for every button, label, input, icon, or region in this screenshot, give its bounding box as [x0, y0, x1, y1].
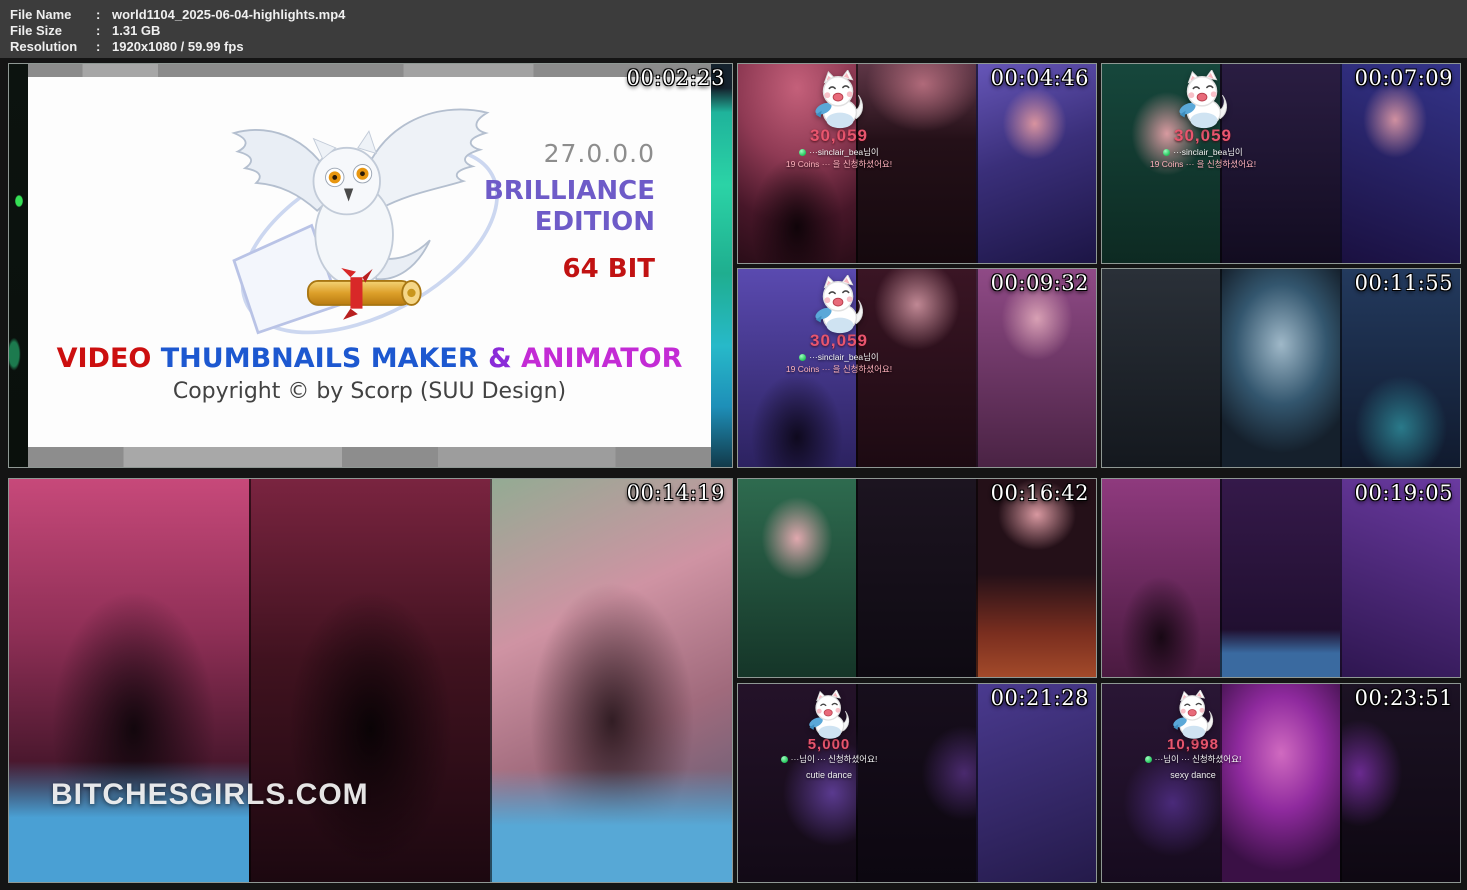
- donation-request-text: 19 Coins ··· 을 신청하셨어요!: [744, 363, 934, 375]
- site-watermark: BITCHESGIRLS.COM: [51, 778, 369, 812]
- frame-panel: [976, 64, 1096, 263]
- frame-panel: [1102, 479, 1220, 677]
- donor-name-text: ···sinclair_bea님이: [1173, 147, 1243, 157]
- donation-overlay: 5,000 ···님이 ··· 신청하셨어요! cutie dance: [744, 690, 914, 780]
- window-bar-bottom: [28, 447, 711, 467]
- edition-line2: EDITION: [484, 207, 655, 238]
- video-contact-sheet: File Name : world1104_2025-06-04-highlig…: [0, 0, 1467, 890]
- gem-icon: [799, 149, 806, 156]
- vtm-splash-card: 27.0.0.0 BRILLIANCE EDITION 64 BIT VIDEO…: [28, 77, 711, 447]
- version-number: 27.0.0.0: [484, 139, 655, 168]
- copyright-line: Copyright © by Scorp (SUU Design): [28, 379, 711, 404]
- video-thumbnail: 00:11:55: [1101, 268, 1461, 468]
- frame-panel: [1220, 269, 1340, 467]
- video-thumbnail: 00:16:42: [737, 478, 1097, 678]
- owl-logo-icon: [186, 85, 526, 353]
- window-bar-top: [28, 64, 711, 77]
- frame-panel: [1340, 64, 1460, 263]
- title-ampersand: &: [488, 343, 512, 374]
- file-name-row: File Name : world1104_2025-06-04-highlig…: [10, 7, 1467, 23]
- gem-icon: [781, 756, 788, 763]
- frame-panel: [976, 269, 1096, 467]
- video-thumbnail: 5,000 ···님이 ··· 신청하셨어요! cutie dance 00:2…: [737, 683, 1097, 883]
- frame-panel: [1220, 479, 1340, 677]
- gem-icon: [1145, 756, 1152, 763]
- file-info-header: File Name : world1104_2025-06-04-highlig…: [0, 0, 1467, 58]
- video-thumbnail-splash: 27.0.0.0 BRILLIANCE EDITION 64 BIT VIDEO…: [8, 63, 733, 468]
- title-word-video: VIDEO: [57, 343, 152, 374]
- cat-mascot-icon: [1167, 690, 1219, 742]
- video-thumbnail: 00:19:05: [1101, 478, 1461, 678]
- video-edge-right: [711, 64, 732, 467]
- donation-overlay: 30,059 ···sinclair_bea님이 19 Coins ··· 을 …: [744, 70, 934, 170]
- timestamp-label: 00:19:05: [1355, 481, 1453, 505]
- donation-overlay: 30,059 ···sinclair_bea님이 19 Coins ··· 을 …: [1108, 70, 1298, 170]
- timestamp-label: 00:02:23: [627, 66, 725, 90]
- file-size-row: File Size : 1.31 GB: [10, 23, 1467, 39]
- frame-panel: [856, 479, 976, 677]
- donation-overlay: 30,059 ···sinclair_bea님이 19 Coins ··· 을 …: [744, 275, 934, 375]
- dance-caption: sexy dance: [1108, 770, 1278, 780]
- title-word-animator: ANIMATOR: [521, 343, 682, 374]
- gem-icon: [1163, 149, 1170, 156]
- donor-name-text: ···sinclair_bea님이: [809, 147, 879, 157]
- file-name-value: world1104_2025-06-04-highlights.mp4: [112, 7, 345, 23]
- donor-name-text: ···sinclair_bea님이: [809, 352, 879, 362]
- version-block: 27.0.0.0 BRILLIANCE EDITION 64 BIT: [484, 139, 655, 284]
- splash-frame: 27.0.0.0 BRILLIANCE EDITION 64 BIT VIDEO…: [9, 64, 732, 467]
- timestamp-label: 00:09:32: [991, 271, 1089, 295]
- frame-panel: [1340, 684, 1460, 882]
- edition-line1: BRILLIANCE: [484, 176, 655, 207]
- app-title: VIDEO THUMBNAILS MAKER & ANIMATOR: [28, 343, 711, 374]
- timestamp-label: 00:07:09: [1355, 66, 1453, 90]
- cat-mascot-icon: [808, 70, 870, 132]
- video-edge-left: [9, 64, 28, 467]
- frame-panel: [490, 479, 732, 882]
- video-thumbnail: 30,059 ···sinclair_bea님이 19 Coins ··· 을 …: [737, 63, 1097, 264]
- frame-panel: [1340, 479, 1460, 677]
- title-word-thumbnails-maker: THUMBNAILS MAKER: [161, 343, 479, 374]
- donation-request-text: ···님이 ··· 신청하셨어요!: [1155, 754, 1242, 764]
- video-thumbnail-large: BITCHESGIRLS.COM 00:14:19: [8, 478, 733, 883]
- file-size-label: File Size: [10, 23, 96, 39]
- frame-panel: [9, 479, 249, 882]
- timestamp-label: 00:16:42: [991, 481, 1089, 505]
- cat-mascot-icon: [803, 690, 855, 742]
- timestamp-label: 00:14:19: [627, 481, 725, 505]
- timestamp-label: 00:23:51: [1355, 686, 1453, 710]
- file-size-value: 1.31 GB: [112, 23, 160, 39]
- resolution-label: Resolution: [10, 39, 96, 55]
- donation-request-text: 19 Coins ··· 을 신청하셨어요!: [744, 158, 934, 170]
- frame-panel: [1102, 269, 1220, 467]
- frame-panel: [976, 479, 1096, 677]
- timestamp-label: 00:04:46: [991, 66, 1089, 90]
- donation-request-text: 19 Coins ··· 을 신청하셨어요!: [1108, 158, 1298, 170]
- bits-label: 64 BIT: [484, 254, 655, 284]
- donation-overlay: 10,998 ···님이 ··· 신청하셨어요! sexy dance: [1108, 690, 1278, 780]
- video-thumbnail: 30,059 ···sinclair_bea님이 19 Coins ··· 을 …: [1101, 63, 1461, 264]
- gem-icon: [799, 354, 806, 361]
- resolution-value: 1920x1080 / 59.99 fps: [112, 39, 244, 55]
- cat-mascot-icon: [1172, 70, 1234, 132]
- resolution-row: Resolution : 1920x1080 / 59.99 fps: [10, 39, 1467, 55]
- dance-caption: cutie dance: [744, 770, 914, 780]
- frame-panel: [249, 479, 491, 882]
- timestamp-label: 00:21:28: [991, 686, 1089, 710]
- frame-panel: [738, 479, 856, 677]
- file-name-label: File Name: [10, 7, 96, 23]
- cat-mascot-icon: [808, 275, 870, 337]
- video-thumbnail: 30,059 ···sinclair_bea님이 19 Coins ··· 을 …: [737, 268, 1097, 468]
- donation-request-text: ···님이 ··· 신청하셨어요!: [791, 754, 878, 764]
- frame-panel: [976, 684, 1096, 882]
- frame-panel: [1340, 269, 1460, 467]
- video-thumbnail: 10,998 ···님이 ··· 신청하셨어요! sexy dance 00:2…: [1101, 683, 1461, 883]
- timestamp-label: 00:11:55: [1355, 271, 1453, 295]
